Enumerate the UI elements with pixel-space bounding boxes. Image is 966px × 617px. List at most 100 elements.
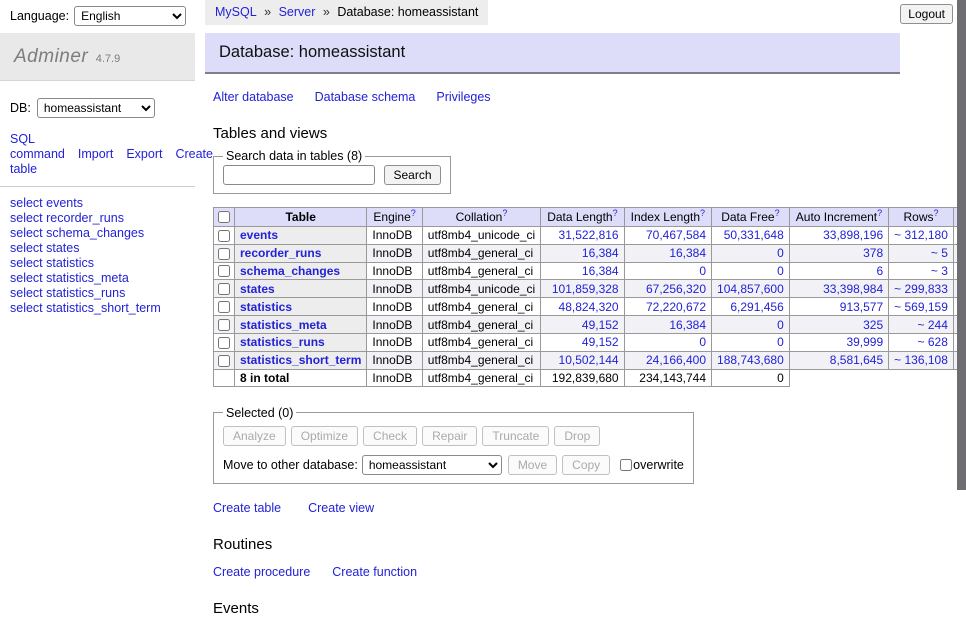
search-input[interactable] <box>223 165 375 185</box>
sidebar-table-link[interactable]: select states <box>10 241 185 256</box>
sidebar-table-link[interactable]: select statistics <box>10 256 185 271</box>
index-length-cell[interactable]: 16,384 <box>624 316 711 334</box>
index-length-cell[interactable]: 67,256,320 <box>624 280 711 298</box>
sidebar-table-link[interactable]: select statistics_short_term <box>10 301 185 316</box>
auto-increment-cell[interactable]: 378 <box>789 244 888 262</box>
index-length-cell[interactable]: 16,384 <box>624 244 711 262</box>
help-icon[interactable]: ? <box>411 208 416 218</box>
database-action-link[interactable]: Database schema <box>315 90 416 104</box>
data-length-cell[interactable]: 49,152 <box>541 316 624 334</box>
table-name-link[interactable]: schema_changes <box>240 264 340 278</box>
db-select[interactable]: homeassistant <box>37 98 155 118</box>
data-length-cell[interactable]: 48,824,320 <box>541 298 624 316</box>
overwrite-checkbox[interactable] <box>620 459 632 471</box>
data-length-cell[interactable]: 10,502,144 <box>541 351 624 369</box>
row-checkbox[interactable] <box>218 355 230 367</box>
table-name-link[interactable]: events <box>240 228 278 242</box>
row-checkbox[interactable] <box>218 283 230 295</box>
table-name-link[interactable]: statistics_meta <box>240 318 327 332</box>
routine-link[interactable]: Create function <box>332 565 417 579</box>
index-length-cell[interactable]: 0 <box>624 333 711 351</box>
index-length-cell[interactable]: 72,220,672 <box>624 298 711 316</box>
check-button[interactable]: Check <box>363 426 417 446</box>
data-free-cell[interactable]: 188,743,680 <box>712 351 790 369</box>
auto-increment-cell[interactable]: 6 <box>789 262 888 280</box>
auto-increment-cell[interactable]: 39,999 <box>789 333 888 351</box>
data-length-cell[interactable]: 16,384 <box>541 262 624 280</box>
optimize-button[interactable]: Optimize <box>291 426 358 446</box>
table-name-link[interactable]: recorder_runs <box>240 246 321 260</box>
row-checkbox[interactable] <box>218 230 230 242</box>
row-checkbox[interactable] <box>218 319 230 331</box>
routine-link[interactable]: Create procedure <box>213 565 310 579</box>
index-length-cell[interactable]: 70,467,584 <box>624 227 711 245</box>
database-action-link[interactable]: Privileges <box>436 90 490 104</box>
help-icon[interactable]: ? <box>613 208 618 218</box>
auto-increment-cell[interactable]: 325 <box>789 316 888 334</box>
auto-increment-cell[interactable]: 33,898,196 <box>789 227 888 245</box>
rows-count-cell[interactable]: ~ 5 <box>889 244 954 262</box>
data-length-cell[interactable]: 16,384 <box>541 244 624 262</box>
auto-increment-cell[interactable]: 33,398,984 <box>789 280 888 298</box>
create-link[interactable]: Create view <box>308 501 374 515</box>
help-icon[interactable]: ? <box>502 208 507 218</box>
rows-count-cell[interactable]: ~ 136,108 <box>889 351 954 369</box>
sidebar-table-link[interactable]: select statistics_meta <box>10 271 185 286</box>
data-free-cell[interactable]: 0 <box>712 244 790 262</box>
sidebar-table-link[interactable]: select statistics_runs <box>10 286 185 301</box>
sidebar-action-link[interactable]: Export <box>126 147 162 161</box>
auto-increment-cell[interactable]: 8,581,645 <box>789 351 888 369</box>
data-free-cell[interactable]: 0 <box>712 316 790 334</box>
create-link[interactable]: Create table <box>213 501 281 515</box>
sidebar-table-link[interactable]: select schema_changes <box>10 226 185 241</box>
data-length-cell[interactable]: 31,522,816 <box>541 227 624 245</box>
rows-count-cell[interactable]: ~ 244 <box>889 316 954 334</box>
breadcrumb-link[interactable]: Server <box>279 5 316 19</box>
table-name-link[interactable]: statistics_runs <box>240 335 325 349</box>
data-free-cell[interactable]: 104,857,600 <box>712 280 790 298</box>
data-length-cell[interactable]: 101,859,328 <box>541 280 624 298</box>
data-free-cell[interactable]: 50,331,648 <box>712 227 790 245</box>
index-length-cell[interactable]: 0 <box>624 262 711 280</box>
search-button[interactable]: Search <box>384 165 440 185</box>
index-length-cell[interactable]: 24,166,400 <box>624 351 711 369</box>
data-free-cell[interactable]: 0 <box>712 333 790 351</box>
help-icon[interactable]: ? <box>775 208 780 218</box>
repair-button[interactable]: Repair <box>422 426 477 446</box>
database-action-link[interactable]: Alter database <box>213 90 294 104</box>
rows-count-cell[interactable]: ~ 3 <box>889 262 954 280</box>
drop-button[interactable]: Drop <box>554 426 600 446</box>
rows-count-cell[interactable]: ~ 299,833 <box>889 280 954 298</box>
data-free-cell[interactable]: 6,291,456 <box>712 298 790 316</box>
auto-increment-cell[interactable]: 913,577 <box>789 298 888 316</box>
sidebar-action-link[interactable]: Import <box>78 147 113 161</box>
help-icon[interactable]: ? <box>700 208 705 218</box>
sidebar-action-link[interactable]: SQL command <box>10 132 65 161</box>
data-length-cell[interactable]: 49,152 <box>541 333 624 351</box>
sidebar-table-link[interactable]: select events <box>10 196 185 211</box>
select-all-checkbox[interactable] <box>218 211 230 223</box>
overwrite-option[interactable]: overwrite <box>619 458 684 472</box>
copy-button[interactable]: Copy <box>562 455 610 475</box>
sidebar-table-link[interactable]: select recorder_runs <box>10 211 185 226</box>
table-name-link[interactable]: states <box>240 282 275 296</box>
language-select[interactable]: English <box>74 6 186 26</box>
row-checkbox[interactable] <box>218 265 230 277</box>
move-button[interactable]: Move <box>508 455 557 475</box>
analyze-button[interactable]: Analyze <box>223 426 286 446</box>
breadcrumb-link[interactable]: MySQL <box>215 5 257 19</box>
rows-count-cell[interactable]: ~ 628 <box>889 333 954 351</box>
row-checkbox[interactable] <box>218 337 230 349</box>
rows-count-cell[interactable]: ~ 312,180 <box>889 227 954 245</box>
table-name-link[interactable]: statistics <box>240 300 292 314</box>
truncate-button[interactable]: Truncate <box>482 426 549 446</box>
help-icon[interactable]: ? <box>934 208 939 218</box>
row-checkbox[interactable] <box>218 248 230 260</box>
data-free-cell[interactable]: 0 <box>712 262 790 280</box>
row-checkbox[interactable] <box>218 301 230 313</box>
move-database-select[interactable]: homeassistant <box>362 455 502 475</box>
rows-count-cell[interactable]: ~ 569,159 <box>889 298 954 316</box>
help-icon[interactable]: ? <box>877 208 882 218</box>
scrollbar-thumb[interactable] <box>957 0 966 490</box>
table-name-link[interactable]: statistics_short_term <box>240 353 361 367</box>
